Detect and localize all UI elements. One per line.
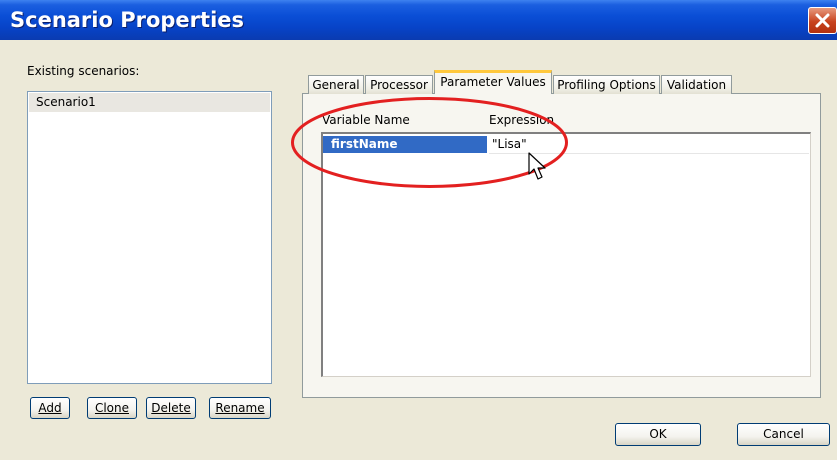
rename-button[interactable]: Rename	[209, 397, 271, 419]
list-item-label: Scenario1	[36, 95, 96, 109]
title-bar: Scenario Properties	[0, 0, 837, 40]
clone-button-label: Clone	[94, 401, 130, 415]
add-button[interactable]: Add	[30, 397, 70, 419]
close-icon	[815, 13, 830, 28]
variable-name-value: firstName	[331, 137, 398, 151]
expression-value: "Lisa"	[492, 137, 527, 151]
delete-button[interactable]: Delete	[146, 397, 196, 419]
tab-general[interactable]: General	[308, 75, 364, 94]
column-header-variable-name[interactable]: Variable Name	[322, 113, 410, 127]
close-button[interactable]	[808, 7, 837, 34]
scenario-list[interactable]: Scenario1	[27, 91, 272, 384]
existing-scenarios-label: Existing scenarios:	[27, 64, 140, 78]
rename-button-label: Rename	[215, 401, 265, 415]
parameter-grid[interactable]: firstName "Lisa"	[321, 132, 811, 377]
tab-validation[interactable]: Validation	[661, 75, 732, 94]
tab-profiling-options[interactable]: Profiling Options	[553, 75, 660, 94]
tab-parameter-values[interactable]: Parameter Values	[434, 70, 552, 94]
delete-button-label: Delete	[151, 401, 191, 415]
add-button-label: Add	[38, 401, 62, 415]
mouse-pointer-icon	[528, 152, 546, 180]
table-row-name-cell[interactable]: firstName	[323, 136, 487, 153]
clone-button[interactable]: Clone	[87, 397, 137, 419]
window-title: Scenario Properties	[10, 8, 245, 32]
ok-button[interactable]: OK	[615, 423, 701, 446]
column-header-expression[interactable]: Expression	[489, 113, 554, 127]
tab-processor[interactable]: Processor	[365, 75, 433, 94]
cancel-button-label: Cancel	[763, 427, 804, 441]
list-item[interactable]: Scenario1	[29, 93, 270, 112]
ok-button-label: OK	[649, 427, 667, 441]
cancel-button[interactable]: Cancel	[737, 423, 830, 446]
